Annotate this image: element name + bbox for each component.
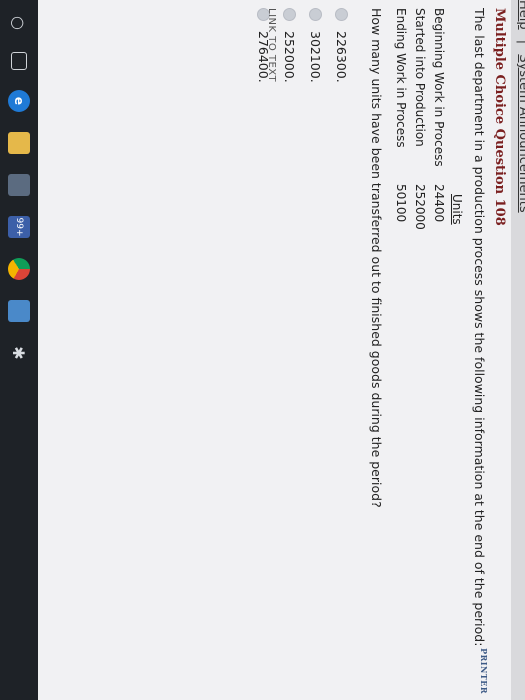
store-icon[interactable] (8, 174, 30, 196)
row-label: Started into Production (413, 8, 427, 147)
choice-label: 252000. (282, 31, 298, 83)
chrome-icon[interactable] (8, 258, 30, 280)
choice-option[interactable]: 302100. (303, 8, 329, 688)
row-value: 50100 (394, 184, 408, 223)
question-ask: How many units have been transferred out… (369, 8, 384, 508)
choice-option[interactable]: 276400. (251, 8, 277, 688)
answer-choices: 226300. 302100. 252000. 276400. (251, 8, 355, 688)
radio-button[interactable] (309, 8, 323, 21)
settings-icon[interactable]: ✱ (8, 342, 30, 364)
system-announcements-link[interactable]: System Announcements (516, 54, 525, 212)
top-links: Help | System Announcements (516, 0, 525, 213)
choice-option[interactable]: 252000. (277, 8, 303, 688)
units-table: Units Beginning Work in Process 24400 Sta… (384, 8, 464, 688)
task-view-icon[interactable] (11, 52, 27, 70)
question-panel: Multiple Choice Question 108 The last de… (251, 8, 507, 688)
table-row: Ending Work in Process 50100 (394, 8, 408, 222)
mail-badge-icon[interactable]: 99+ (8, 216, 30, 238)
units-column-header: Units (450, 194, 464, 225)
screen: Help | System Announcements PRINTER Mult… (0, 0, 525, 700)
edge-browser-icon[interactable]: e (8, 90, 30, 112)
row-value: 24400 (432, 184, 446, 223)
question-prompt: The last department in a production proc… (472, 8, 487, 647)
rotated-viewport: Help | System Announcements PRINTER Mult… (0, 0, 525, 700)
choice-label: 302100. (308, 31, 324, 83)
choice-label: 226300. (334, 31, 350, 83)
row-value: 252000 (413, 184, 427, 230)
taskbar: ○ e 99+ ✱ (0, 0, 38, 700)
table-row: Started into Production 252000 (413, 8, 427, 230)
table-row: Beginning Work in Process 24400 (432, 8, 446, 222)
row-label: Ending Work in Process (394, 8, 408, 148)
choice-option[interactable]: 226300. (329, 8, 355, 688)
search-icon[interactable]: ○ (8, 14, 30, 32)
badge-count: 99+ (14, 217, 24, 237)
link-separator: | (516, 40, 525, 44)
row-label: Beginning Work in Process (432, 8, 446, 167)
radio-button[interactable] (335, 8, 349, 21)
top-navigation-strip: Help | System Announcements (511, 0, 525, 700)
question-title: Multiple Choice Question 108 (492, 8, 507, 226)
link-to-text[interactable]: LINK TO TEXT (266, 8, 277, 82)
help-link[interactable]: Help (516, 0, 525, 30)
radio-button[interactable] (283, 8, 297, 21)
folder-icon[interactable] (8, 132, 30, 154)
app-icon[interactable] (8, 300, 30, 322)
